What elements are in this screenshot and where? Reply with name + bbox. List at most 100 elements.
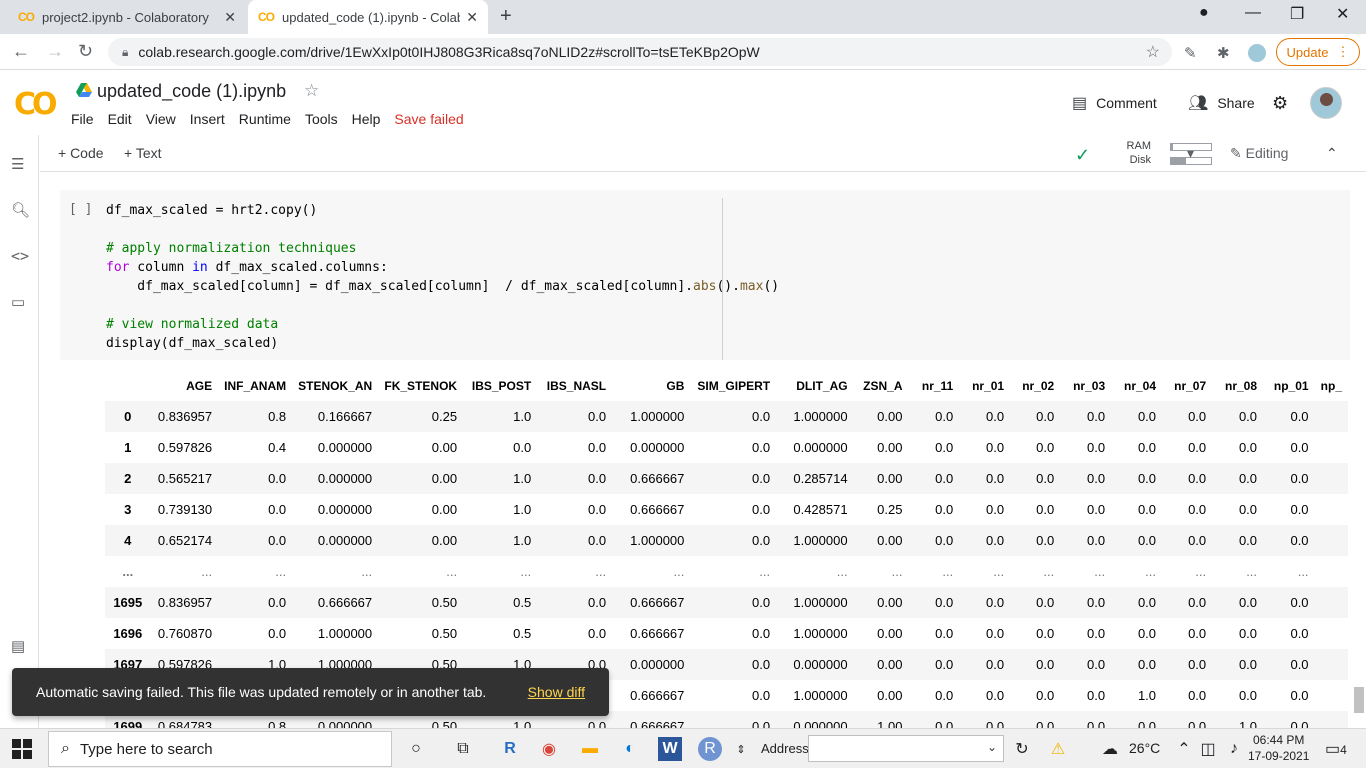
star-notebook-icon[interactable]: ☆	[304, 81, 319, 101]
table-cell: 1.000000	[630, 533, 685, 548]
show-diff-link[interactable]: Show diff	[528, 684, 585, 700]
back-icon[interactable]: ←	[12, 41, 30, 62]
table-cell: 0.666667	[630, 626, 685, 641]
share-button[interactable]: 👥︎ Share	[1188, 93, 1255, 113]
notebook-title[interactable]: updated_code (1).ipynb	[97, 81, 286, 102]
maximize-icon[interactable]: ❐	[1290, 4, 1304, 24]
minimize-icon[interactable]: —	[1245, 4, 1261, 22]
runtime-dropdown-icon[interactable]: ▾	[1187, 145, 1194, 162]
menu-runtime[interactable]: Runtime	[239, 111, 291, 127]
refresh-icon[interactable]: ↻	[1010, 737, 1034, 761]
browser-tab-project2[interactable]: CO project2.ipynb - Colaboratory ✕	[8, 0, 246, 34]
profile-avatar-icon[interactable]	[1248, 44, 1266, 62]
comment-button[interactable]: ▤ Comment	[1072, 93, 1157, 113]
reload-icon[interactable]: ↻	[78, 41, 93, 62]
taskbar-search-box[interactable]: ⌕ Type here to search	[48, 731, 392, 767]
windows-start-icon[interactable]	[12, 739, 32, 759]
menu-view[interactable]: View	[146, 111, 176, 127]
r-gui-icon[interactable]: R	[698, 737, 722, 761]
notifications-icon[interactable]: ▭4	[1325, 739, 1347, 759]
dropdown-chevron-icon[interactable]: ⌄	[987, 740, 997, 754]
browser-profile-menu-icon[interactable]: ●	[1199, 4, 1209, 22]
editing-mode-button[interactable]: ✎ Editing	[1230, 145, 1288, 162]
table-cell: 0.0	[1087, 657, 1106, 672]
extensions-puzzle-icon[interactable]: ✱	[1217, 44, 1235, 62]
add-text-button[interactable]: + Text	[124, 145, 162, 161]
menu-tools[interactable]: Tools	[305, 111, 338, 127]
browser-tab-strip: CO project2.ipynb - Colaboratory ✕ CO up…	[0, 0, 1366, 34]
file-explorer-icon[interactable]: ▬	[578, 737, 602, 761]
rstudio-icon[interactable]: R	[498, 737, 522, 761]
table-cell: 0.0	[1238, 595, 1258, 610]
table-cell: 0.0	[1137, 595, 1157, 610]
code-snippets-icon[interactable]: <>	[11, 247, 29, 265]
table-cell: 0.0	[1087, 595, 1106, 610]
toolbar-scroll-icon[interactable]: ⇕	[733, 737, 749, 761]
address-bar[interactable]: 🔒︎ colab.research.google.com/drive/1EwXx…	[108, 38, 1172, 66]
table-cell: 0.0	[1238, 440, 1258, 455]
table-cell: ...	[836, 564, 848, 579]
table-cell: 0.000000	[317, 502, 373, 517]
table-cell: 0.0	[1036, 471, 1055, 486]
menu-insert[interactable]: Insert	[190, 111, 225, 127]
volume-icon[interactable]: ♪	[1222, 737, 1246, 761]
table-cell: 0.0	[588, 533, 607, 548]
word-icon[interactable]: W	[658, 737, 682, 761]
table-cell: 0.0	[1036, 595, 1055, 610]
menu-edit[interactable]: Edit	[108, 111, 132, 127]
resource-monitor[interactable]: ✓ RAM Disk	[1075, 139, 1225, 169]
chrome-icon[interactable]: ◉	[537, 737, 561, 761]
save-status[interactable]: Save failed	[394, 111, 463, 127]
avatar[interactable]	[1310, 87, 1342, 119]
search-icon[interactable]: 🔍︎	[11, 201, 30, 219]
files-folder-icon[interactable]: ▭	[11, 293, 25, 311]
table-cell: ...	[673, 564, 685, 579]
column-header: IBS_NASL	[546, 378, 607, 393]
add-code-button[interactable]: + Code	[58, 145, 104, 161]
network-icon[interactable]: ◫	[1196, 737, 1220, 761]
colab-logo[interactable]: CO	[14, 87, 57, 122]
collapse-header-icon[interactable]: ⌃	[1326, 145, 1338, 162]
menu-help[interactable]: Help	[352, 111, 381, 127]
row-index: 1696	[113, 626, 143, 641]
new-tab-icon[interactable]: +	[500, 5, 512, 28]
table-cell: 0.0	[935, 719, 954, 728]
code-editor[interactable]: df_max_scaled = hrt2.copy() # apply norm…	[106, 201, 779, 353]
temperature[interactable]: 26°C	[1129, 740, 1160, 756]
table-cell: ...	[520, 564, 532, 579]
row-index: 4	[124, 533, 132, 548]
table-cell: ...	[891, 564, 903, 579]
table-cell	[1315, 649, 1348, 680]
terminal-icon[interactable]: ▤	[11, 637, 25, 655]
code-cell[interactable]: [ ] df_max_scaled = hrt2.copy() # apply …	[60, 190, 1350, 360]
cell-run-indicator[interactable]: [ ]	[69, 202, 92, 217]
settings-gear-icon[interactable]: ⚙	[1272, 93, 1288, 114]
table-cell: 0.0	[1137, 440, 1157, 455]
output-scrollbar[interactable]	[1354, 687, 1364, 713]
table-cell: 0.0	[588, 440, 607, 455]
edge-icon[interactable]: ◐	[618, 737, 642, 761]
column-header: nr_07	[1174, 378, 1207, 393]
table-of-contents-icon[interactable]: ☰	[11, 155, 24, 173]
table-cell: 0.0	[986, 533, 1005, 548]
address-toolbar-input[interactable]: ⌄	[808, 735, 1004, 762]
system-clock[interactable]: 06:44 PM 17-09-2021	[1248, 732, 1309, 764]
close-window-icon[interactable]: ✕	[1336, 4, 1349, 24]
browser-update-button[interactable]: Update ⋮	[1276, 38, 1360, 66]
close-tab-icon[interactable]: ✕	[224, 9, 236, 26]
browser-tab-updated-code[interactable]: CO updated_code (1).ipynb - Colabo ✕	[248, 0, 488, 34]
task-view-icon[interactable]: ⧉	[451, 737, 475, 761]
table-cell: 0.0	[1290, 409, 1309, 424]
menu-file[interactable]: File	[71, 111, 94, 127]
close-tab-icon[interactable]: ✕	[466, 9, 478, 26]
table-cell: 0.666667	[630, 471, 685, 486]
table-cell: 0.25	[877, 502, 903, 517]
edit-page-icon[interactable]: ✎	[1184, 44, 1202, 62]
warning-icon[interactable]: ⚠	[1046, 737, 1070, 761]
forward-icon[interactable]: →	[46, 41, 64, 62]
table-cell: 0.0	[935, 440, 954, 455]
show-hidden-icons-chevron-icon[interactable]: ⌃	[1172, 737, 1196, 761]
cortana-icon[interactable]: ○	[404, 737, 428, 761]
bookmark-star-icon[interactable]: ☆	[1146, 42, 1160, 62]
table-cell: 0.0	[588, 626, 607, 641]
